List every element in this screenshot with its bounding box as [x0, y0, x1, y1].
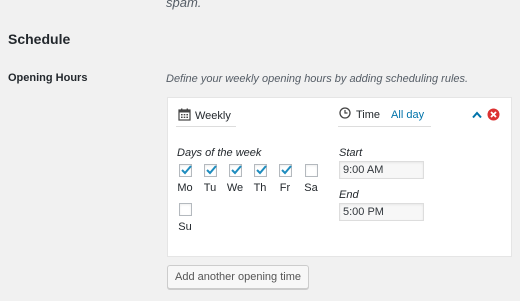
- checkmark-icon: [280, 165, 292, 175]
- day-checkbox-tu[interactable]: Tu: [198, 164, 222, 194]
- frequency-select[interactable]: Weekly: [178, 108, 231, 124]
- chevron-up-icon[interactable]: [471, 108, 483, 126]
- day-checkbox-fr[interactable]: Fr: [273, 164, 297, 194]
- checkmark-icon: [230, 165, 242, 175]
- day-checkbox-we[interactable]: We: [223, 164, 247, 194]
- day-name: Th: [253, 182, 267, 194]
- checkbox[interactable]: [278, 164, 292, 177]
- remove-circle-icon[interactable]: [487, 108, 500, 126]
- checkmark-icon: [205, 165, 217, 175]
- start-time-input[interactable]: 9:00 AM: [339, 161, 424, 179]
- calendar-icon: [178, 108, 191, 124]
- description-tail: spam.: [166, 0, 202, 10]
- add-opening-time-button[interactable]: Add another opening time: [167, 265, 309, 289]
- day-name: Mo: [177, 182, 193, 194]
- checkbox[interactable]: [203, 164, 217, 177]
- time-select[interactable]: Time All day: [339, 107, 424, 122]
- opening-hours-description: Define your weekly opening hours by addi…: [166, 73, 469, 85]
- day-name: Sa: [304, 182, 318, 194]
- day-checkbox-su[interactable]: Su: [173, 203, 197, 233]
- day-name: Tu: [203, 182, 217, 194]
- time-label: Time: [356, 108, 381, 121]
- days-of-week-label: Days of the week: [177, 147, 262, 159]
- checkbox[interactable]: [253, 164, 267, 177]
- frequency-label: Weekly: [195, 110, 231, 122]
- day-checkbox-th[interactable]: Th: [248, 164, 272, 194]
- checkbox[interactable]: [304, 164, 318, 177]
- day-name: Su: [178, 221, 192, 233]
- checkbox[interactable]: [178, 164, 192, 177]
- checkbox[interactable]: [178, 203, 192, 216]
- all-day-link[interactable]: All day: [391, 109, 424, 121]
- day-name: Fr: [279, 182, 291, 194]
- start-label: Start: [339, 147, 363, 159]
- checkbox[interactable]: [228, 164, 242, 177]
- frequency-underline: [176, 126, 236, 127]
- day-name: We: [226, 182, 244, 194]
- opening-hours-label: Opening Hours: [8, 72, 88, 84]
- end-label: End: [339, 189, 359, 201]
- end-time-input[interactable]: 5:00 PM: [339, 203, 424, 221]
- section-title: Schedule: [8, 31, 71, 47]
- clock-icon: [339, 107, 351, 122]
- checkmark-icon: [255, 165, 267, 175]
- day-checkbox-sa[interactable]: Sa: [299, 164, 323, 194]
- day-checkbox-mo[interactable]: Mo: [173, 164, 197, 194]
- time-underline: [338, 126, 431, 127]
- checkmark-icon: [180, 165, 192, 175]
